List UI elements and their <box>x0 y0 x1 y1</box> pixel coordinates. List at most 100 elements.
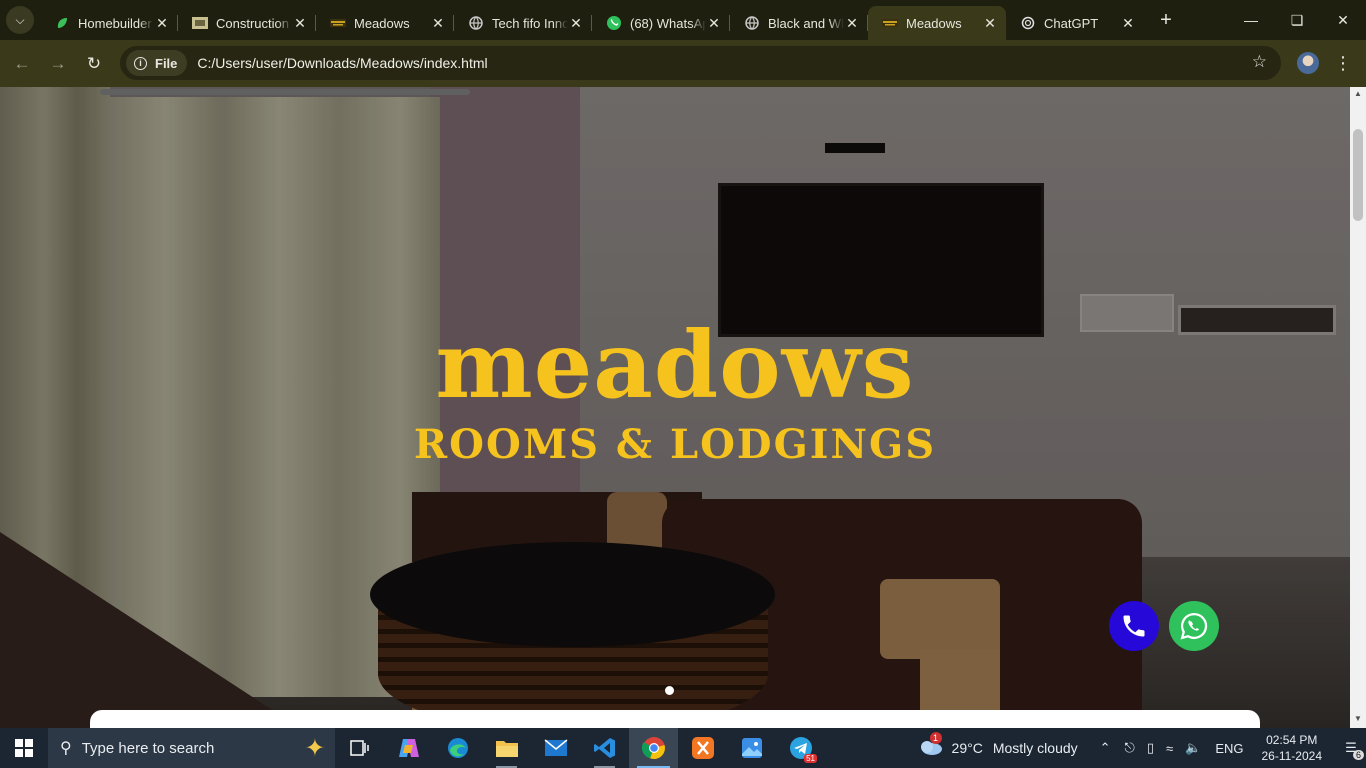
restore-button[interactable]: ❏ <box>1274 0 1320 40</box>
meadows-logo-icon <box>330 15 346 31</box>
close-window-button[interactable]: ✕ <box>1320 0 1366 40</box>
xampp-icon <box>691 737 714 759</box>
tab-whatsapp[interactable]: (68) WhatsApp ✕ <box>592 6 730 40</box>
scroll-up-icon[interactable]: ▲ <box>1350 89 1366 101</box>
tab-meadows[interactable]: Meadows ✕ <box>316 6 454 40</box>
chevron-up-icon[interactable]: ⌃ <box>1100 740 1111 756</box>
page-viewport: meadows ROOMS & LODGINGS <box>0 87 1350 728</box>
tab-construction[interactable]: Construction ✕ <box>178 6 316 40</box>
url-text[interactable]: C:/Users/user/Downloads/Meadows/index.ht… <box>197 55 487 71</box>
xampp-button[interactable] <box>678 728 727 768</box>
chevron-down-icon: ⌵ <box>15 12 25 27</box>
taskbar-search-box[interactable]: ⚲ Type here to search ✦ <box>48 728 335 768</box>
tab-title: (68) WhatsApp <box>630 15 706 31</box>
plus-icon: + <box>1160 8 1172 31</box>
scrollbar-thumb[interactable] <box>1353 129 1363 221</box>
tab-search-button[interactable]: ⌵ <box>6 6 34 34</box>
site-info-chip[interactable]: i File <box>126 50 188 76</box>
telegram-button[interactable]: 51 <box>776 728 825 768</box>
weather-badge: 1 <box>929 731 942 744</box>
minimize-button[interactable]: — <box>1228 0 1274 40</box>
close-icon: ✕ <box>1337 11 1349 28</box>
whatsapp-icon <box>1180 612 1208 640</box>
close-icon[interactable]: ✕ <box>844 15 860 32</box>
carousel-indicator[interactable] <box>665 686 674 695</box>
restore-icon: ❏ <box>1290 11 1304 28</box>
close-icon[interactable]: ✕ <box>154 15 170 32</box>
whatsapp-icon <box>606 15 622 31</box>
tab-tech-fifo[interactable]: Tech fifo Innovations ✕ <box>454 6 592 40</box>
volume-icon[interactable]: 🔈 <box>1185 740 1201 756</box>
new-tab-button[interactable]: + <box>1152 6 1180 34</box>
mail-button[interactable] <box>531 728 580 768</box>
edge-button[interactable] <box>433 728 482 768</box>
chrome-button[interactable] <box>629 728 678 768</box>
close-icon[interactable]: ✕ <box>568 15 584 32</box>
weather-widget[interactable]: 1 29°C Mostly cloudy <box>918 731 1078 759</box>
system-tray: 1 29°C Mostly cloudy ⌃ ⎋ ▯ ≈ 🔈 ENG 02:54… <box>918 728 1366 768</box>
clock-date: 26-11-2024 <box>1261 749 1323 763</box>
close-icon[interactable]: ✕ <box>1120 15 1136 32</box>
search-placeholder: Type here to search <box>81 739 215 757</box>
weather-temp: 29°C <box>951 740 983 756</box>
battery-icon[interactable]: ▯ <box>1147 740 1154 756</box>
vscode-icon <box>593 738 615 758</box>
task-view-icon <box>349 740 369 756</box>
info-icon: i <box>134 56 147 70</box>
tab-homebuilder[interactable]: Homebuilder ✕ <box>40 6 178 40</box>
tab-title: Meadows <box>906 15 962 31</box>
search-icon: ⚲ <box>60 740 72 757</box>
mail-icon <box>544 739 567 756</box>
copilot-button[interactable] <box>384 728 433 768</box>
edge-icon <box>447 738 468 758</box>
globe-icon <box>468 15 484 31</box>
page-scrollbar[interactable]: ▲ ▼ <box>1350 87 1366 728</box>
language-indicator[interactable]: ENG <box>1215 741 1243 756</box>
chrome-icon <box>641 737 665 760</box>
browser-menu-button[interactable]: ⋮ <box>1334 48 1352 78</box>
cloud-icon: 1 <box>918 731 944 759</box>
reload-button[interactable]: ↻ <box>76 46 112 82</box>
address-bar[interactable]: i File C:/Users/user/Downloads/Meadows/i… <box>120 46 1281 80</box>
meet-now-icon[interactable]: ⎋ <box>1125 740 1135 756</box>
more-vert-icon: ⋮ <box>1334 53 1352 73</box>
content-card <box>90 710 1260 728</box>
tab-chatgpt[interactable]: ChatGPT ✕ <box>1006 6 1144 40</box>
arrow-left-icon: ← <box>13 53 31 73</box>
close-icon[interactable]: ✕ <box>982 15 998 32</box>
windows-taskbar: ⚲ Type here to search ✦ 51 1 29°C Mostly… <box>0 728 1366 768</box>
clock[interactable]: 02:54 PM 26-11-2024 <box>1262 732 1323 764</box>
tab-black-and-white[interactable]: Black and White ✕ <box>730 6 868 40</box>
close-icon[interactable]: ✕ <box>430 15 446 32</box>
whatsapp-button[interactable] <box>1169 601 1219 651</box>
bookmark-star-icon[interactable]: ☆ <box>1252 52 1267 72</box>
notification-center-button[interactable]: ☰ 6 <box>1336 728 1366 768</box>
tab-title: Homebuilder <box>78 15 152 31</box>
close-icon[interactable]: ✕ <box>292 15 308 32</box>
profile-avatar[interactable] <box>1297 52 1319 74</box>
back-button[interactable]: ← <box>4 46 40 82</box>
task-view-button[interactable] <box>335 728 384 768</box>
meadows-logo-icon <box>882 15 898 31</box>
tab-strip: ⌵ Homebuilder ✕ Construction ✕ Meadows ✕… <box>0 0 1366 40</box>
tab-title: Construction <box>216 15 289 31</box>
wifi-icon[interactable]: ≈ <box>1166 741 1173 756</box>
clock-time: 02:54 PM <box>1266 733 1318 747</box>
forward-button[interactable]: → <box>40 46 76 82</box>
vscode-button[interactable] <box>580 728 629 768</box>
file-explorer-icon <box>495 741 518 757</box>
windows-logo-icon <box>15 739 33 757</box>
reload-icon: ↻ <box>86 53 102 73</box>
window-controls: — ❏ ✕ <box>1228 0 1366 40</box>
close-icon[interactable]: ✕ <box>706 15 722 32</box>
scheme-label: File <box>155 55 178 71</box>
hero-title: meadows <box>435 311 915 419</box>
weather-condition: Mostly cloudy <box>992 740 1078 756</box>
scroll-down-icon[interactable]: ▼ <box>1350 714 1366 726</box>
tab-meadows-active[interactable]: Meadows ✕ <box>868 6 1006 40</box>
file-explorer-button[interactable] <box>482 728 531 768</box>
chatgpt-icon <box>1020 15 1036 31</box>
photos-button[interactable] <box>727 728 776 768</box>
call-button[interactable] <box>1109 601 1159 651</box>
start-button[interactable] <box>0 728 48 768</box>
